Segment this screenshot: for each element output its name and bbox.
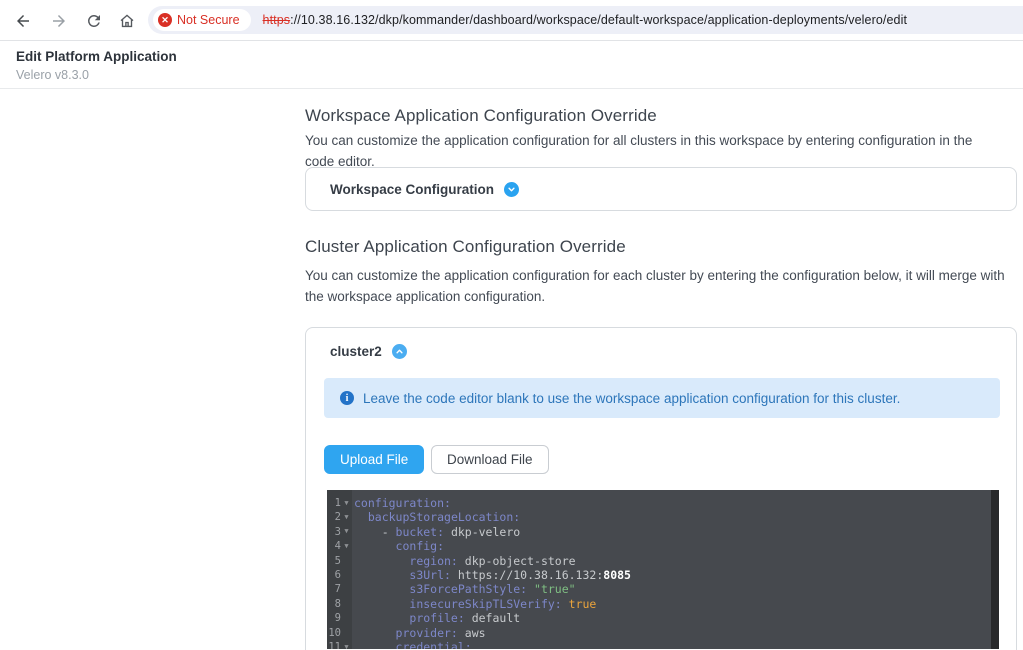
home-icon[interactable] <box>118 12 136 30</box>
cluster-override-heading: Cluster Application Configuration Overri… <box>305 237 626 257</box>
browser-toolbar: ✕ Not Secure https://10.38.16.132/dkp/ko… <box>0 0 1023 41</box>
cluster-panel: cluster2 i Leave the code editor blank t… <box>305 327 1017 650</box>
browser-window: ✕ Not Secure https://10.38.16.132/dkp/ko… <box>0 0 1023 650</box>
yaml-code-editor[interactable]: 1▼2▼3▼4▼567891011▼ configuration: backup… <box>327 490 999 649</box>
forward-icon[interactable] <box>50 12 68 30</box>
not-secure-icon: ✕ <box>158 13 172 27</box>
info-alert-text: Leave the code editor blank to use the w… <box>363 391 900 406</box>
workspace-override-heading: Workspace Application Configuration Over… <box>305 106 657 126</box>
main-content: Workspace Application Configuration Over… <box>305 89 1017 650</box>
info-icon: i <box>340 391 354 405</box>
editor-scrollbar[interactable] <box>991 490 999 649</box>
app-version: Velero v8.3.0 <box>16 68 1023 82</box>
address-bar[interactable]: ✕ Not Secure https://10.38.16.132/dkp/ko… <box>148 6 1023 34</box>
back-icon[interactable] <box>14 12 32 30</box>
reload-icon[interactable] <box>85 12 103 30</box>
page-header: Edit Platform Application Velero v8.3.0 <box>0 41 1023 89</box>
cluster-override-description: You can customize the application config… <box>305 265 1005 307</box>
workspace-override-description: You can customize the application config… <box>305 130 1005 172</box>
cluster-name-label: cluster2 <box>330 344 382 359</box>
download-file-button[interactable]: Download File <box>431 445 549 474</box>
chevron-down-icon[interactable] <box>504 182 519 197</box>
workspace-config-label: Workspace Configuration <box>330 182 494 197</box>
page-title: Edit Platform Application <box>16 49 1023 64</box>
editor-gutter: 1▼2▼3▼4▼567891011▼ <box>327 496 352 649</box>
not-secure-label: Not Secure <box>177 13 240 27</box>
url-protocol: https <box>263 13 291 27</box>
editor-code[interactable]: configuration: backupStorageLocation: - … <box>354 496 991 649</box>
cluster-panel-header[interactable]: cluster2 <box>330 344 407 359</box>
url-text[interactable]: https://10.38.16.132/dkp/kommander/dashb… <box>263 13 908 27</box>
workspace-config-panel[interactable]: Workspace Configuration <box>305 167 1017 211</box>
not-secure-badge[interactable]: ✕ Not Secure <box>153 9 251 31</box>
upload-file-button[interactable]: Upload File <box>324 445 424 474</box>
info-alert: i Leave the code editor blank to use the… <box>324 378 1000 418</box>
url-path: ://10.38.16.132/dkp/kommander/dashboard/… <box>290 13 907 27</box>
chevron-up-icon[interactable] <box>392 344 407 359</box>
